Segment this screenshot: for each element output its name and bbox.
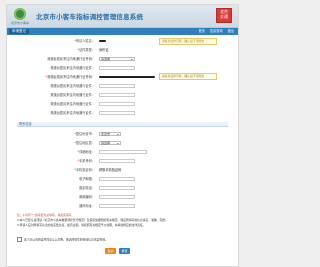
field-label: *居住地省市： — [74, 132, 95, 136]
nav-link-query[interactable]: 信息查询 — [210, 29, 223, 33]
extra-input-4[interactable] — [99, 110, 135, 115]
form-row-mail-address: 通讯地址： — [17, 203, 228, 209]
site-logo-icon — [14, 8, 26, 20]
reset-button[interactable]: 重置 — [119, 248, 130, 254]
section-contact-header: 联系信息 — [17, 122, 228, 127]
chevron-down-icon — [131, 58, 133, 60]
seal-bottom-text: 交通 — [220, 14, 228, 19]
permit-doc-input[interactable] — [99, 65, 135, 70]
submit-button[interactable]: 提交 — [105, 248, 116, 254]
app-window: 北京市小客车 北京市小客车指标调控管理信息系统 北京 交通 申请登记 首页 信息… — [6, 4, 239, 267]
form-row-address: *详细地址： — [17, 149, 228, 155]
field-label: 港澳台居民来往内地通行证号码： — [47, 57, 95, 61]
chevron-down-icon — [117, 142, 119, 144]
form-row-id-type: *证件类型： 身份证 请核对证件号码，确认后不可修改 — [17, 38, 228, 53]
address-input[interactable] — [99, 149, 147, 154]
field-label: *港澳台居民来往内地通行证号码： — [45, 75, 95, 79]
field-label: *手机验证码： — [74, 168, 95, 172]
mobile-input[interactable] — [99, 158, 135, 163]
field-label: 港澳台居民来往内地通行证件： — [50, 111, 95, 115]
seal-icon: 北京 交通 — [216, 8, 232, 23]
extra-input-3[interactable] — [99, 101, 135, 106]
notes-item: 3.申请人应对所填写信息的真实性负责，如有虚假，将按照有关规定予以处理，并承担相… — [17, 223, 146, 227]
mail-address-input[interactable] — [99, 203, 135, 208]
district-select[interactable]: 请选择 — [99, 140, 121, 145]
agree-checkbox[interactable] — [17, 237, 22, 242]
field-label: 邮政编码： — [79, 195, 95, 199]
form-row-permit-select: 港澳台居民来往内地通行证号码： 请选择 — [17, 56, 228, 62]
form-row-permit-doc: 港澳台居民来往内地通行证件： — [17, 65, 228, 71]
form-row-extra-1: 港澳台居民来往内地通行证件： — [17, 83, 228, 89]
page-title: 北京市小客车指标调控管理信息系统 — [36, 13, 144, 21]
notes-item: 2.本人已经认真阅读《北京市小客车数量调控暂行规定》及其实施细则的有关规定，保证… — [17, 218, 168, 222]
form-row-email: 电子邮箱： — [17, 176, 228, 182]
form-row-phone: 固定电话： — [17, 185, 228, 191]
nav-links: 首页 信息查询 退出 — [194, 28, 234, 35]
field-label: *详细地址： — [77, 150, 95, 154]
notes-heading: 注：1.标有“*”的项目为必填项，请如实填写。 — [17, 213, 75, 217]
form-row-extra-2: 港澳台居民来往内地通行证件： — [17, 92, 228, 98]
nav-bar: 申请登记 首页 信息查询 退出 — [7, 28, 238, 35]
field-label: 港澳台居民来往内地通行证件： — [50, 66, 95, 70]
id-type-value: 身份证 — [99, 47, 109, 52]
form-row-mobile: *手机号码： — [17, 158, 228, 164]
nav-link-home[interactable]: 首页 — [198, 29, 204, 33]
masked-name-value — [99, 39, 106, 42]
masked-permit-number — [99, 75, 155, 78]
field-label: *居住地区县： — [74, 141, 95, 145]
form-row-province: *居住地省市： 北京市 — [17, 131, 228, 137]
field-label: 电子邮箱： — [79, 177, 95, 181]
field-label: *证件类型： — [77, 48, 95, 52]
button-bar: 提交 重置 — [7, 248, 240, 256]
permit-type-select[interactable]: 请选择 — [99, 56, 135, 61]
form-row-sms-code: *手机验证码： 获取手机验证码 — [17, 167, 228, 173]
chevron-down-icon — [117, 133, 119, 135]
header: 北京市小客车 北京市小客车指标调控管理信息系统 北京 交通 — [7, 5, 238, 28]
field-label: 港澳台居民来往内地通行证件： — [50, 93, 95, 97]
field-label: 通讯地址： — [79, 204, 95, 208]
field-label: 固定电话： — [79, 186, 95, 190]
logo-caption: 北京市小客车 — [11, 21, 30, 25]
field-label: *手机号码： — [77, 159, 95, 163]
field-label: 港澳台居民来往内地通行证件： — [50, 102, 95, 106]
get-sms-code-link[interactable]: 获取手机验证码 — [99, 168, 121, 173]
email-input[interactable] — [99, 176, 135, 181]
form-row-permit-number: *港澳台居民来往内地通行证号码： 请核对证件号码，确认后不可修改 — [17, 73, 228, 80]
form-row-extra-4: 港澳台居民来往内地通行证件： — [17, 110, 228, 116]
nav-link-logout[interactable]: 退出 — [228, 29, 234, 33]
tip-box: 请核对证件号码，确认后不可修改 — [159, 38, 217, 45]
form-row-postcode: 邮政编码： — [17, 194, 228, 200]
extra-input-2[interactable] — [99, 92, 135, 97]
field-label: *申请人姓名： — [74, 39, 95, 43]
agreement-text: 本人已认真阅读并同意以上声明，承诺所填写的申请信息真实有效。 — [23, 237, 108, 242]
phone-input[interactable] — [99, 185, 135, 190]
form-row-district: *居住地区县： 请选择 — [17, 140, 228, 146]
tab-apply[interactable]: 申请登记 — [9, 29, 29, 34]
form-row-extra-3: 港澳台居民来往内地通行证件： — [17, 101, 228, 107]
agreement-row: 本人已认真阅读并同意以上声明，承诺所填写的申请信息真实有效。 — [17, 237, 228, 242]
field-label: 港澳台居民来往内地通行证件： — [50, 84, 95, 88]
extra-input-1[interactable] — [99, 83, 135, 88]
page-background: 北京市小客车 北京市小客车指标调控管理信息系统 北京 交通 申请登记 首页 信息… — [0, 0, 245, 267]
tip-box-2: 请核对证件号码，确认后不可修改 — [159, 73, 217, 80]
notes-block: 注：1.标有“*”的项目为必填项，请如实填写。 2.本人已经认真阅读《北京市小客… — [17, 213, 228, 228]
postcode-input[interactable] — [99, 194, 135, 199]
province-select[interactable]: 北京市 — [99, 131, 121, 136]
